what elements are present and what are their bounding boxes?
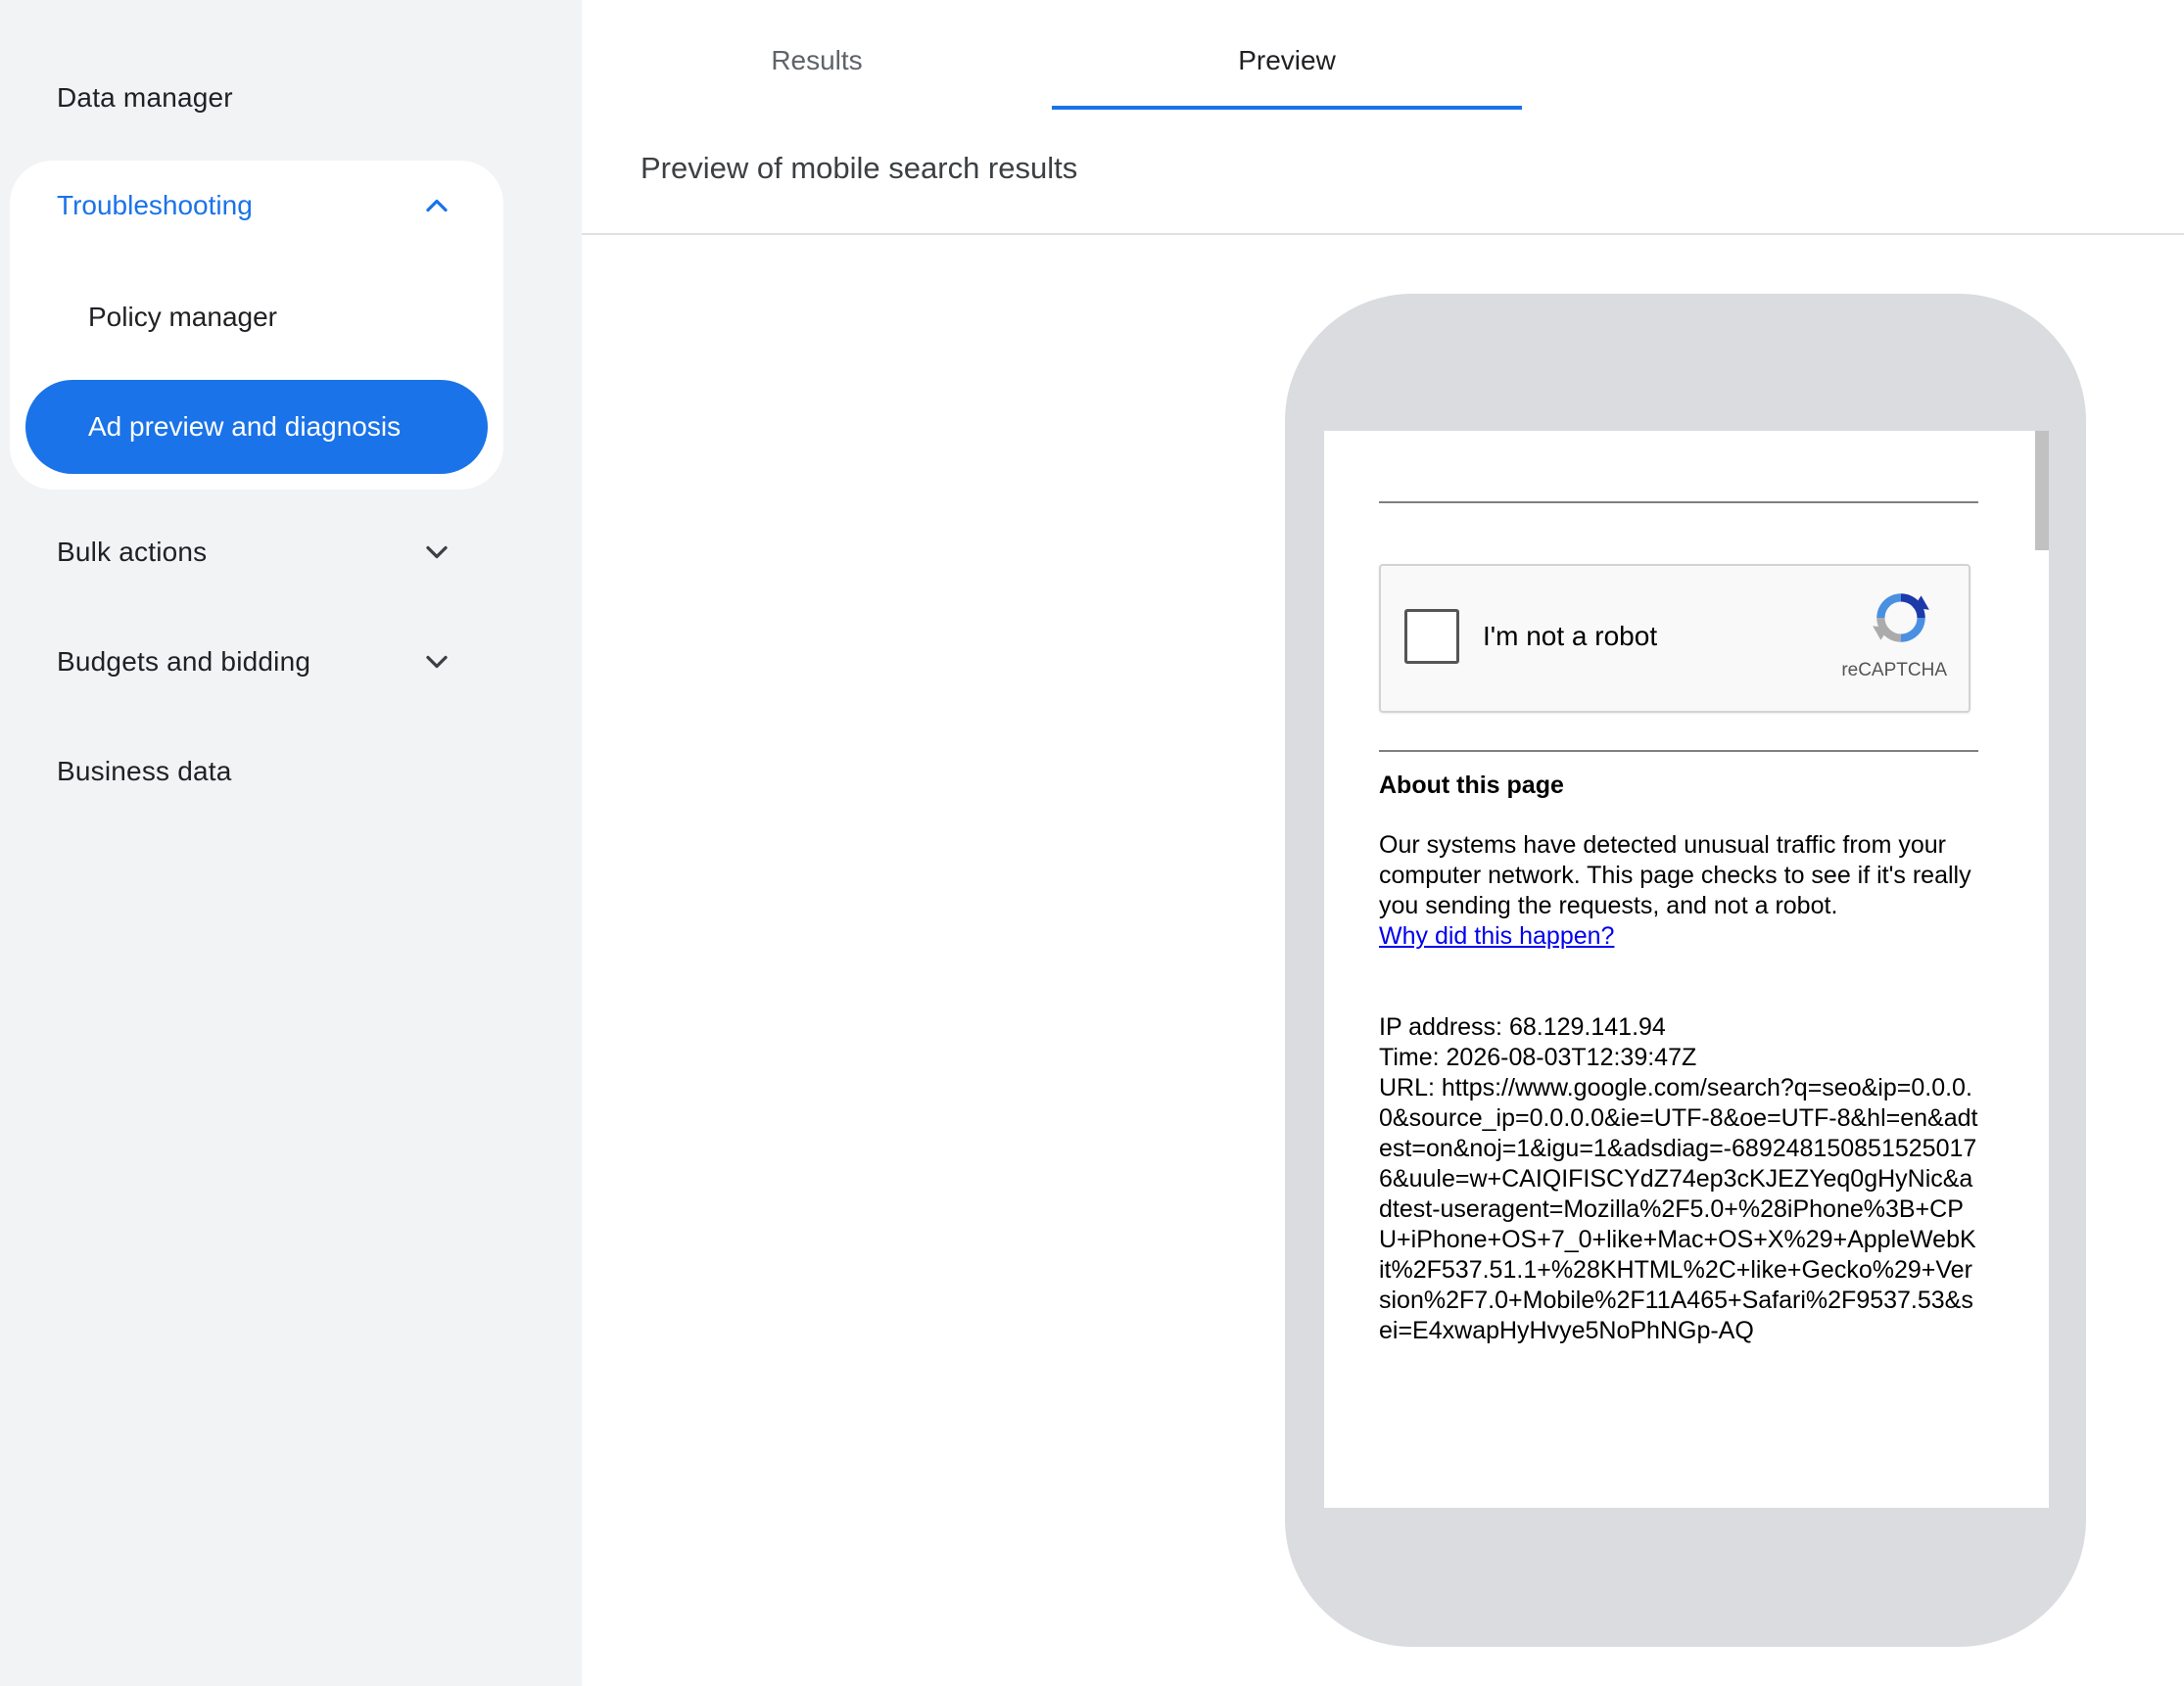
request-info: IP address: 68.129.141.94 Time: 2026-08-… [1379,1012,1978,1346]
sidebar-item-data-manager[interactable]: Data manager [0,59,582,137]
sidebar-item-label: Data manager [57,82,233,113]
recaptcha-checkbox[interactable] [1404,609,1459,664]
sidebar-group-troubleshooting[interactable]: Troubleshooting [10,166,503,245]
sidebar-item-label: Budgets and bidding [57,646,311,677]
sidebar-item-business-data[interactable]: Business data [0,732,582,811]
sidebar-item-budgets-and-bidding[interactable]: Budgets and bidding [0,623,582,701]
why-did-this-happen-link[interactable]: Why did this happen? [1379,922,1614,950]
scrollbar-thumb[interactable] [2035,431,2049,550]
timestamp: Time: 2026-08-03T12:39:47Z [1379,1044,1697,1071]
sidebar-item-label: Ad preview and diagnosis [88,411,402,442]
chevron-down-icon [426,545,448,559]
sidebar-item-label: Policy manager [88,302,277,332]
horizontal-rule [1379,501,1978,503]
ip-address: IP address: 68.129.141.94 [1379,1013,1666,1041]
tab-bar: Results Preview [582,14,2184,110]
about-title: About this page [1379,772,1564,799]
recaptcha-label: I'm not a robot [1483,621,1658,651]
tab-results[interactable]: Results [582,14,1052,108]
recaptcha-brand: reCAPTCHA [1841,660,1947,680]
section-title: Preview of mobile search results [641,151,1078,185]
sidebar-item-label: Business data [57,756,232,786]
sidebar-item-policy-manager[interactable]: Policy manager [25,270,488,364]
tab-label: Preview [1238,45,1336,75]
divider [582,233,2184,235]
recaptcha-widget: I'm not a robot reCAPTCHA [1379,564,1970,713]
chevron-down-icon [426,655,448,669]
mobile-phone-frame: I'm not a robot reCAPTCHA About this pag… [1285,294,2086,1647]
mobile-preview-screen[interactable]: I'm not a robot reCAPTCHA About this pag… [1324,431,2049,1508]
sidebar-item-label: Bulk actions [57,537,208,567]
sidebar-item-ad-preview-and-diagnosis[interactable]: Ad preview and diagnosis [25,380,488,474]
sidebar-group-label: Troubleshooting [57,190,253,220]
about-text: Our systems have detected unusual traffi… [1379,830,1986,952]
request-url: URL: https://www.google.com/search?q=seo… [1379,1074,1978,1344]
about-paragraph: Our systems have detected unusual traffi… [1379,831,1971,919]
main-panel: Results Preview Preview of mobile search… [582,14,2184,1686]
tab-label: Results [771,45,863,75]
sidebar: Data manager Troubleshooting Policy mana… [0,0,582,1686]
tab-preview[interactable]: Preview [1052,14,1522,110]
horizontal-rule [1379,750,1978,752]
sidebar-item-bulk-actions[interactable]: Bulk actions [0,513,582,591]
recaptcha-logo-icon [1873,593,1929,642]
chevron-up-icon [426,199,448,212]
